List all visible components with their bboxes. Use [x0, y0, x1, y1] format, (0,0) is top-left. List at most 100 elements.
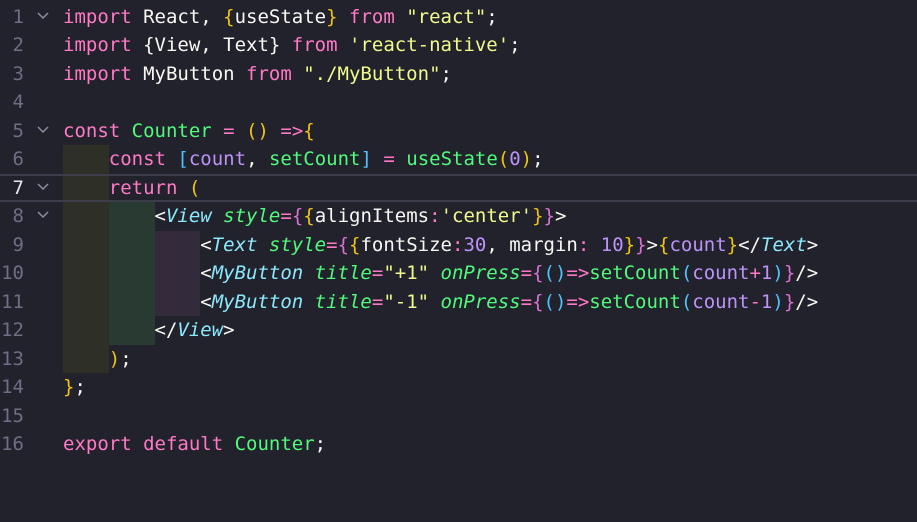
code-token: export — [63, 433, 132, 455]
code-token: alignItems — [314, 205, 430, 227]
code-text: ); — [63, 345, 132, 374]
code-line[interactable]: 4 — [0, 88, 917, 117]
code-text: export default Counter; — [63, 430, 326, 459]
code-token: [ — [165, 148, 189, 170]
line-number: 11 — [1, 290, 24, 313]
code-text: }; — [63, 373, 86, 402]
code-token: </ — [738, 233, 761, 256]
code-line[interactable]: 10 <MyButton title="+1" onPress={()=>set… — [0, 259, 917, 288]
line-number: 13 — [1, 347, 24, 370]
code-token: import — [63, 62, 132, 85]
code-token: title — [303, 262, 372, 284]
fold-chevron-icon[interactable] — [37, 182, 49, 191]
code-token: const — [108, 148, 166, 170]
code-token: = — [211, 119, 247, 142]
code-token: { — [291, 205, 304, 227]
code-line[interactable]: 16 export default Counter; — [0, 430, 917, 459]
code-token: > — [806, 233, 819, 256]
code-line[interactable]: 6 const [count, setCount] = useState(0); — [0, 145, 917, 174]
code-line[interactable]: 5 const Counter = () =>{ — [0, 117, 917, 146]
fold-chevron-icon[interactable] — [37, 211, 49, 219]
code-token: from — [234, 62, 304, 85]
code-token: ( — [177, 176, 201, 199]
code-token: ) — [772, 290, 784, 313]
code-token: { — [303, 119, 315, 142]
code-token: count — [669, 233, 727, 256]
code-token: ; — [74, 376, 86, 398]
code-token: { — [337, 233, 350, 256]
code-text: <View style={{alignItems:'center'}}> — [63, 202, 567, 231]
code-token: () — [246, 119, 269, 142]
line-number: 16 — [1, 433, 24, 455]
code-token: 'react-native' — [349, 34, 510, 56]
code-token: : — [429, 205, 441, 227]
code-line[interactable]: 11 <MyButton title="-1" onPress={()=>set… — [0, 288, 917, 317]
code-line[interactable]: 2 import {View, Text} from 'react-native'… — [0, 31, 917, 60]
code-token: > — [223, 319, 235, 341]
code-token: 1 — [760, 290, 773, 313]
code-token: ) — [520, 148, 533, 170]
code-token: 'center' — [440, 205, 533, 227]
code-token: < — [63, 233, 212, 256]
code-token: } — [623, 233, 636, 256]
line-number: 4 — [12, 91, 24, 113]
code-token: count — [188, 148, 247, 170]
code-line[interactable]: 14}; — [0, 373, 917, 402]
code-token: } — [726, 233, 739, 256]
code-line[interactable]: 1 import React, {useState} from "react"; — [0, 3, 917, 32]
line-number: 2 — [12, 34, 24, 56]
code-line[interactable]: 13 ); — [0, 345, 917, 374]
code-token: = — [280, 205, 292, 227]
code-token: () — [543, 290, 567, 313]
code-token: = — [520, 290, 533, 313]
code-token: count — [692, 290, 750, 313]
code-token: ) — [772, 262, 784, 284]
fold-chevron-icon[interactable] — [37, 125, 49, 134]
code-token: = — [326, 233, 338, 256]
line-number: 1 — [12, 5, 24, 28]
code-token: /> — [795, 262, 819, 284]
code-token: = — [520, 262, 533, 284]
code-token: onPress — [429, 262, 521, 284]
code-token: : — [577, 233, 601, 256]
code-token: = — [371, 262, 384, 284]
code-token: } — [783, 290, 796, 313]
line-number: 14 — [1, 376, 24, 398]
code-token: import — [63, 5, 132, 28]
code-text: import {View, Text} from 'react-native'; — [63, 31, 521, 60]
code-line[interactable]: 3 import MyButton from "./MyButton"; — [0, 60, 917, 89]
code-line[interactable]: 15 — [0, 402, 917, 431]
code-token: "-1" — [383, 290, 430, 313]
line-number: 9 — [12, 233, 24, 256]
code-line[interactable]: 7 return ( — [0, 174, 917, 203]
code-token: "+1" — [383, 262, 430, 284]
code-token: < — [63, 205, 166, 227]
code-token: "./MyButton" — [303, 62, 441, 85]
code-line[interactable]: 9 <Text style={{fontSize:30, margin: 10}… — [0, 231, 917, 260]
code-token: ; — [440, 62, 452, 85]
code-token: ( — [497, 148, 510, 170]
code-token: from — [337, 5, 407, 28]
code-editor[interactable]: 1 import React, {useState} from "react"; 2… — [0, 0, 917, 522]
code-token: { — [658, 233, 670, 256]
fold-chevron-icon[interactable] — [37, 11, 49, 20]
code-token: useState — [234, 5, 327, 28]
code-token: = — [371, 148, 407, 170]
code-token: fontSize — [360, 233, 452, 256]
code-line[interactable]: 12 </View> — [0, 316, 917, 345]
code-token: "react" — [406, 5, 487, 28]
line-number: 7 — [12, 176, 24, 199]
code-token: style — [211, 205, 281, 227]
code-text: import React, {useState} from "react"; — [63, 3, 498, 32]
code-token: from — [280, 34, 349, 56]
code-line[interactable]: 8 <View style={{alignItems:'center'}}> — [0, 202, 917, 231]
line-number: 12 — [1, 319, 24, 341]
code-token: 0 — [509, 148, 521, 170]
code-token: useState — [406, 148, 498, 170]
code-token: ; — [532, 148, 544, 170]
code-text: const Counter = () =>{ — [63, 117, 315, 146]
code-token: Counter — [120, 119, 212, 142]
